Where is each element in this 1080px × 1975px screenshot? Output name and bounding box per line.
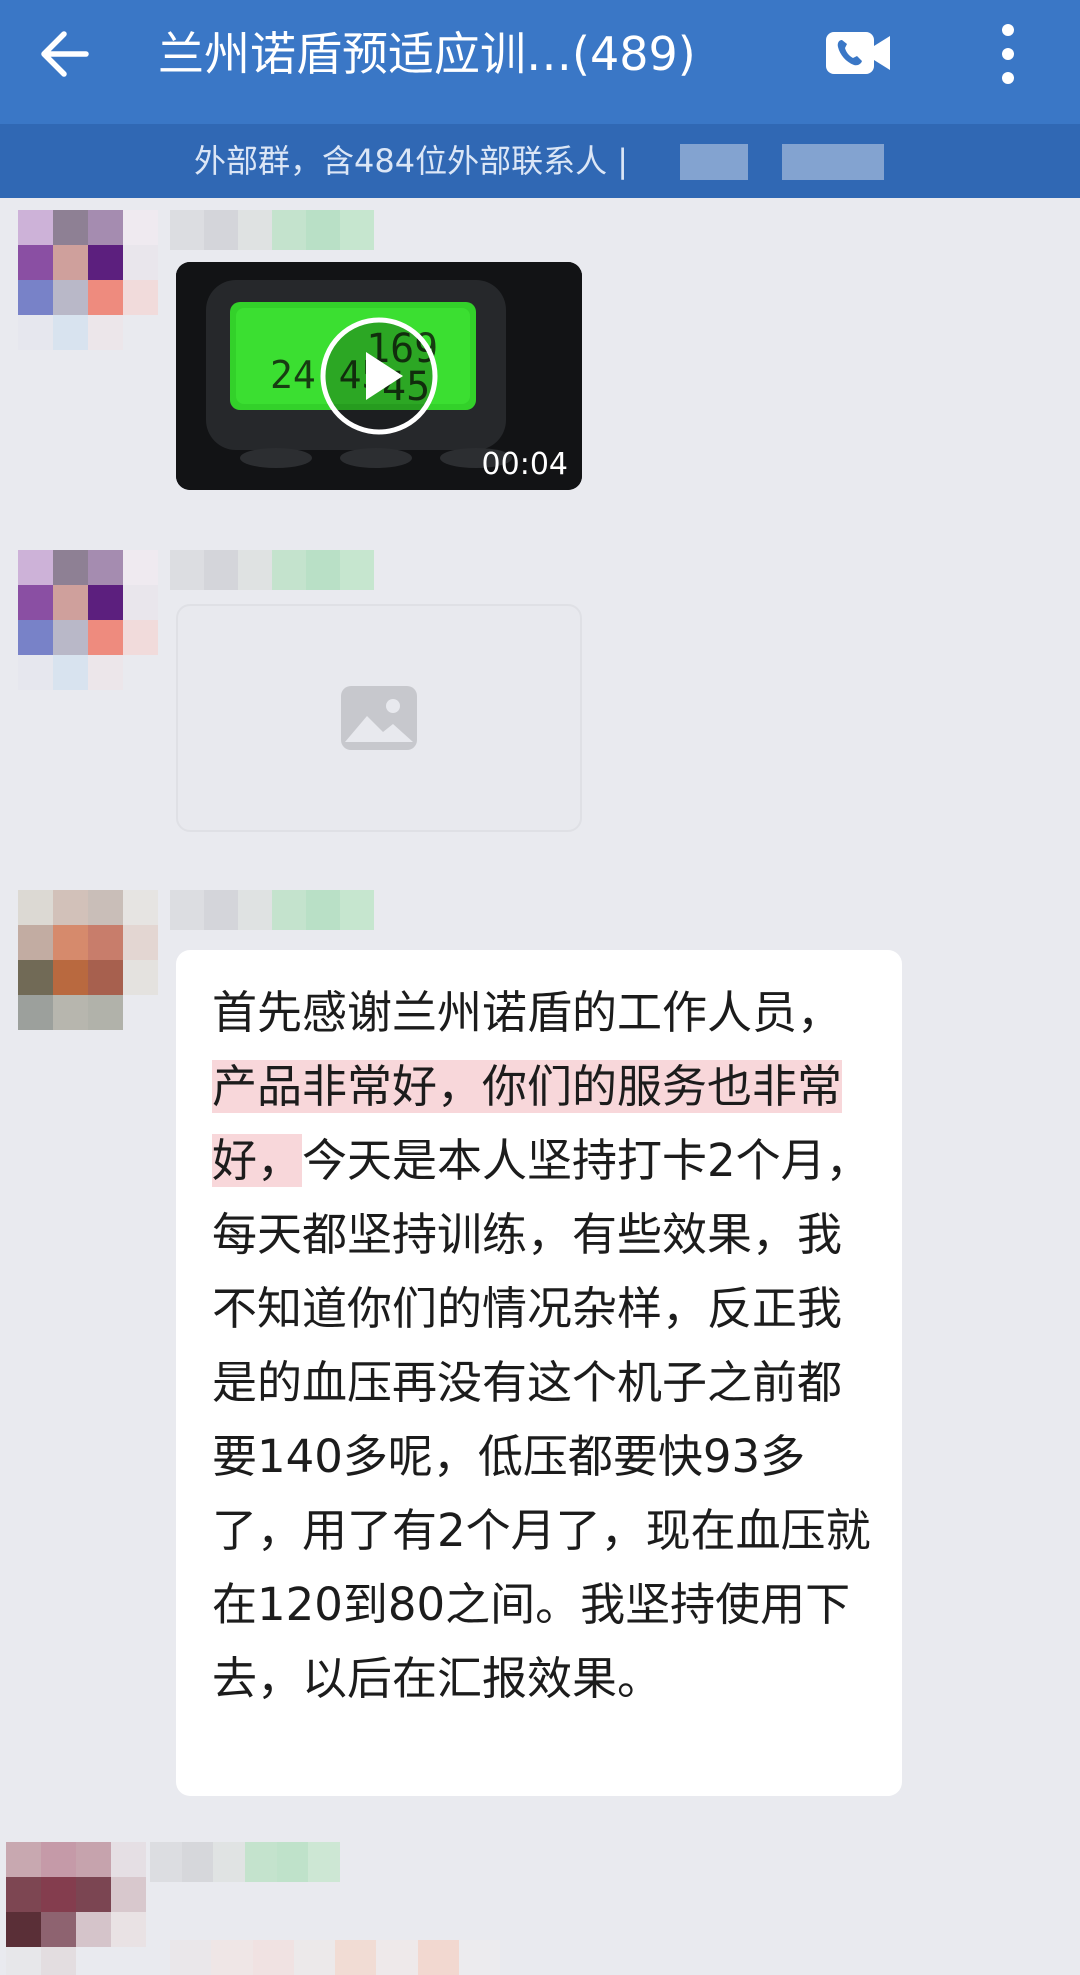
chat-title: 兰州诺盾预适应训…(489)	[158, 27, 696, 81]
video-duration: 00:04	[481, 447, 568, 482]
more-button[interactable]	[990, 18, 1026, 90]
avatar[interactable]	[18, 550, 158, 690]
back-arrow-icon	[41, 31, 89, 77]
sender-name	[170, 550, 374, 590]
message-text: 首先感谢兰州诺盾的工作人员，产品非常好，你们的服务也非常好，今天是本人坚持打卡2…	[212, 976, 872, 1716]
video-call-icon	[826, 32, 890, 74]
more-vertical-icon	[1002, 24, 1014, 84]
avatar[interactable]	[18, 890, 158, 1030]
image-icon	[341, 686, 417, 750]
redacted-name	[680, 144, 748, 180]
video-call-button[interactable]	[822, 26, 894, 80]
image-message[interactable]	[176, 604, 582, 832]
video-message[interactable]: 24 45 169 45 00:04	[176, 262, 582, 490]
next-message-preview	[170, 1940, 500, 1975]
avatar[interactable]	[18, 210, 158, 350]
sender-name	[170, 210, 374, 250]
message-segment: 今天是本人坚持打卡2个月，每天都坚持训练，有些效果，我不知道你们的情况杂样，反正…	[212, 1134, 871, 1705]
back-button[interactable]	[34, 22, 98, 86]
play-icon[interactable]	[319, 316, 439, 436]
app-bar: 兰州诺盾预适应训…(489)	[0, 0, 1080, 124]
message-segment: 首先感谢兰州诺盾的工作人员，	[212, 986, 843, 1039]
text-message-bubble[interactable]: 首先感谢兰州诺盾的工作人员，产品非常好，你们的服务也非常好，今天是本人坚持打卡2…	[176, 950, 902, 1796]
group-info-bar[interactable]: 外部群，含484位外部联系人 |	[0, 124, 1080, 198]
avatar[interactable]	[6, 1842, 146, 1975]
redacted-name	[782, 144, 884, 180]
sender-name	[150, 1842, 340, 1882]
group-info-text: 外部群，含484位外部联系人 |	[194, 142, 629, 180]
sender-name	[170, 890, 374, 930]
